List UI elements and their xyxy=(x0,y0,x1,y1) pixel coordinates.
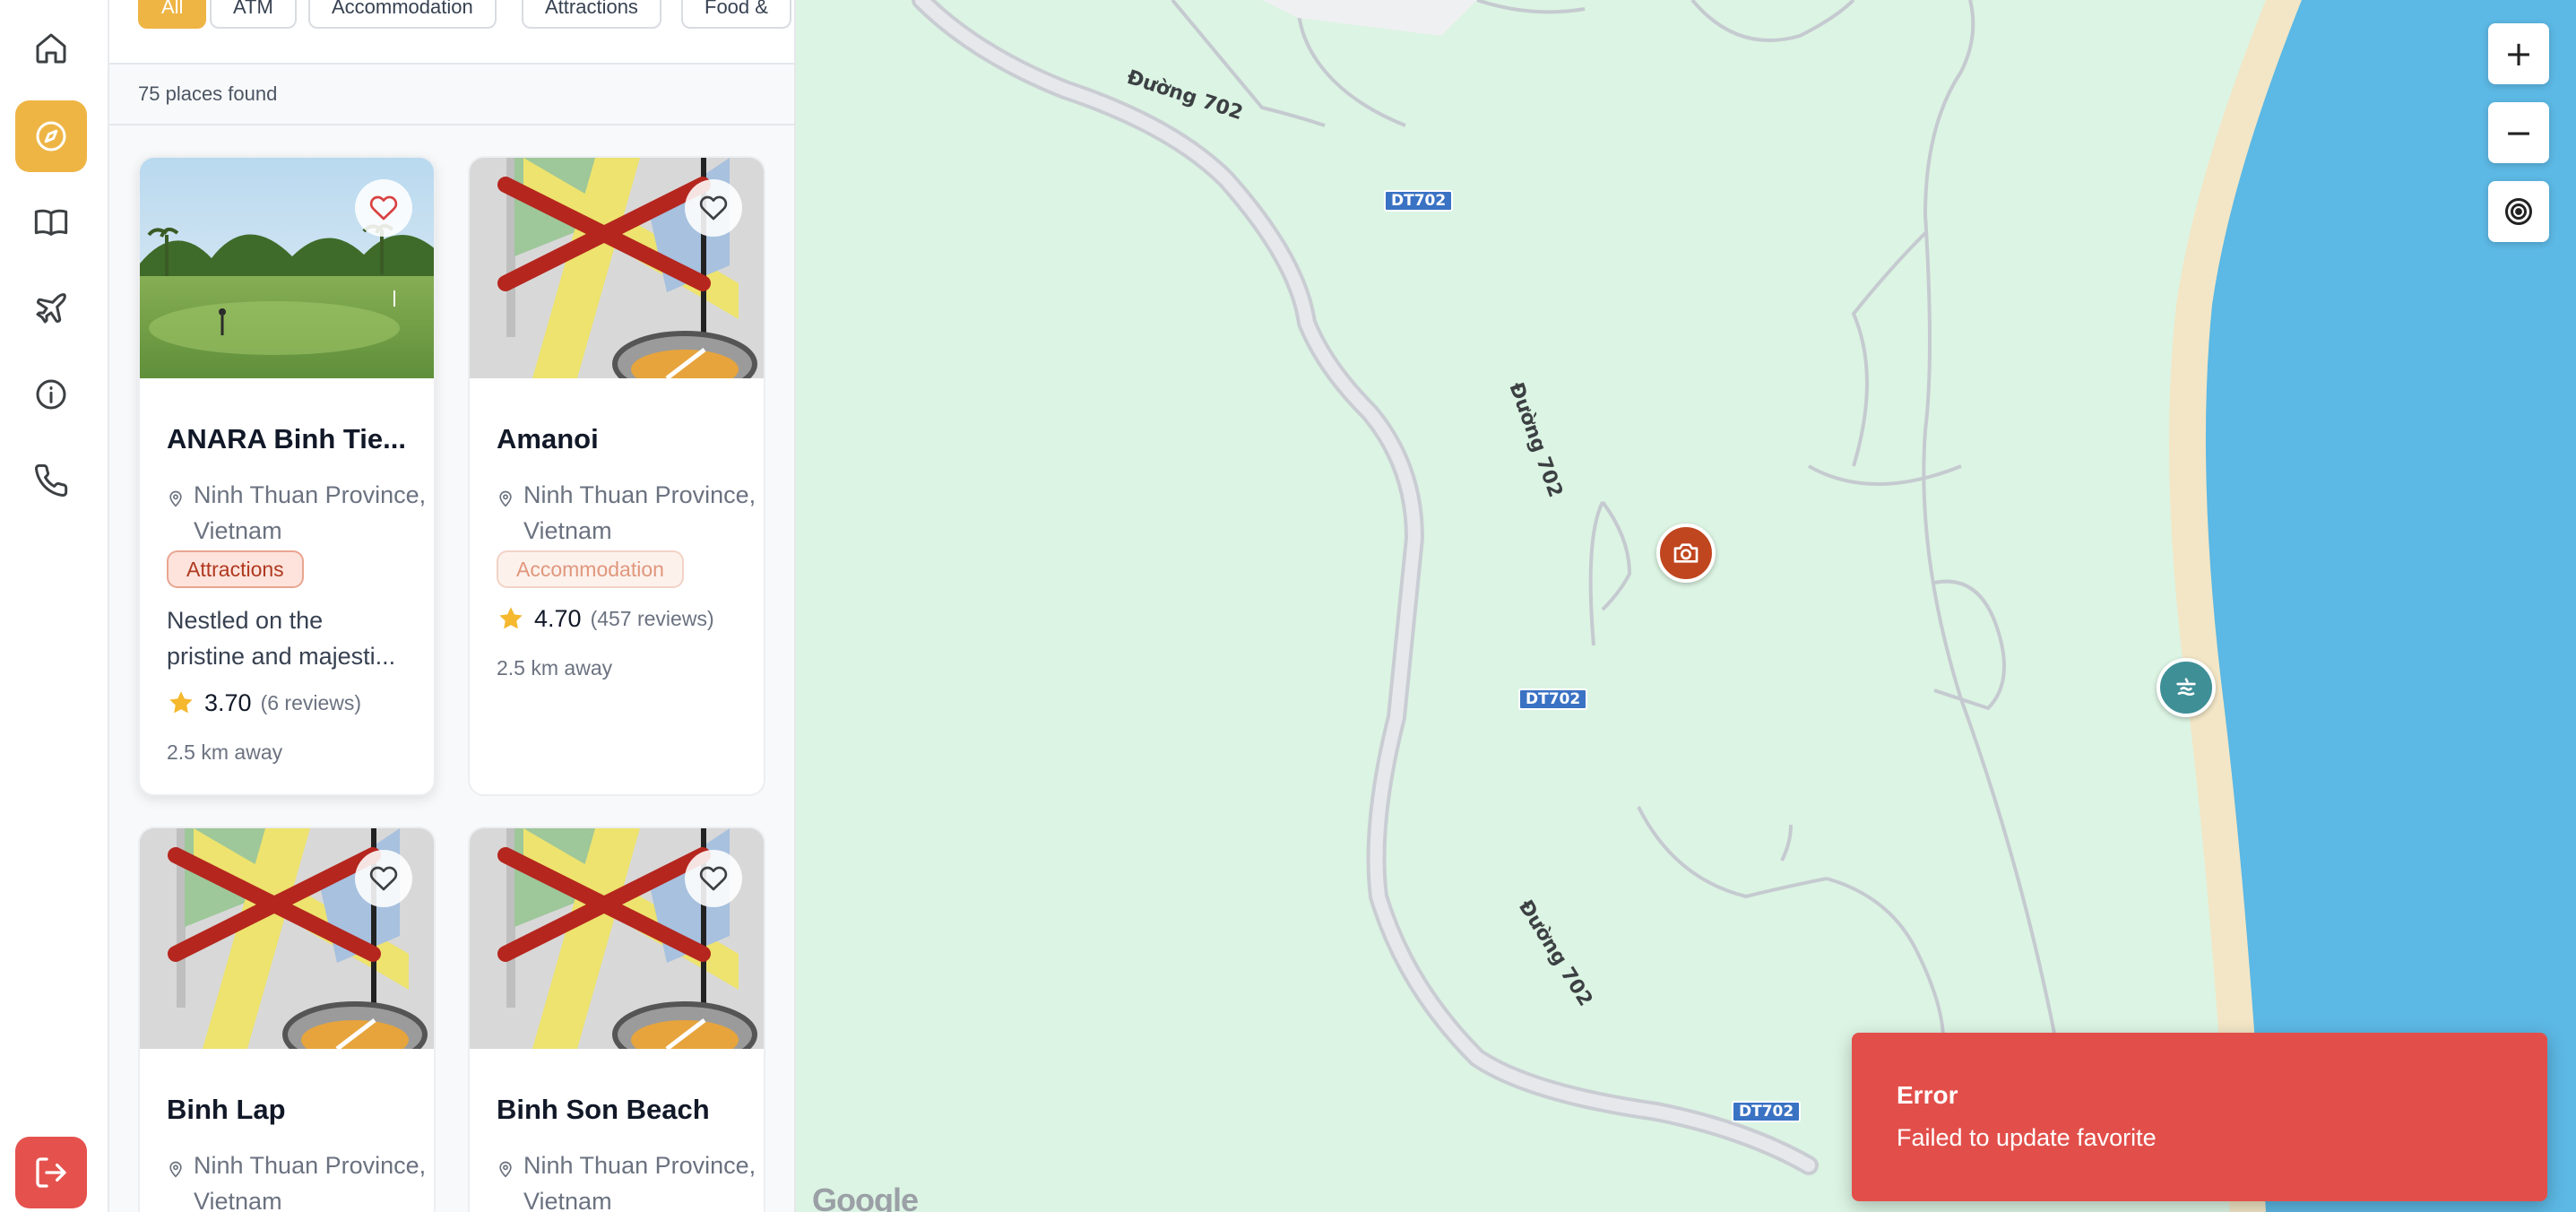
zoom-out-button[interactable]: − xyxy=(2488,102,2549,163)
filter-chip-attractions[interactable]: Attractions xyxy=(522,0,661,29)
star-icon xyxy=(499,607,523,629)
filter-chip-all[interactable]: All xyxy=(138,0,207,29)
place-location: Ninh Thuan Province, Vietnam xyxy=(497,1147,756,1212)
review-count: (6 reviews) xyxy=(260,690,362,714)
place-description: Nestled on the pristine and majesti... xyxy=(167,602,418,674)
location-pin-icon xyxy=(169,490,182,507)
place-card[interactable]: ANARA Binh Tie... Ninh Thuan Province, V… xyxy=(138,156,436,796)
map-marker-beach[interactable] xyxy=(2157,658,2216,717)
location-pin-icon xyxy=(499,1161,512,1178)
results-count: 75 places found xyxy=(138,82,278,105)
place-card[interactable]: Binh Son Beach Ninh Thuan Province, Viet… xyxy=(468,827,765,1212)
road-shield: DT702 xyxy=(1732,1101,1802,1122)
results-bar: 75 places found xyxy=(109,66,794,126)
place-title: ANARA Binh Tie... xyxy=(167,423,406,454)
map-marker-attraction[interactable] xyxy=(1656,524,1716,583)
heart-icon xyxy=(699,195,728,221)
place-location: Ninh Thuan Province, Vietnam xyxy=(167,1147,427,1212)
map-view[interactable]: Đường 702 Đường 702 Đường 702 DT702 DT70… xyxy=(796,0,2576,1212)
google-attribution-logo: Google xyxy=(812,1182,919,1212)
category-badge: Attractions xyxy=(167,550,304,588)
info-icon xyxy=(36,379,66,410)
road-shield: DT702 xyxy=(1384,190,1454,212)
logout-button[interactable] xyxy=(15,1137,87,1208)
nav-info[interactable] xyxy=(15,359,87,430)
road-name-label: Đường 702 xyxy=(1504,380,1566,501)
favorite-button[interactable] xyxy=(685,179,742,237)
location-pin-icon xyxy=(499,490,512,507)
category-badge: Accommodation xyxy=(497,550,684,588)
filter-chip-atm[interactable]: ATM xyxy=(210,0,297,29)
book-icon xyxy=(34,209,68,236)
toast-message: Failed to update favorite xyxy=(1897,1124,2157,1151)
rating-value: 3.70 xyxy=(204,688,252,716)
place-card[interactable]: Binh Lap Ninh Thuan Province, Vietnam xyxy=(138,827,436,1212)
favorite-button[interactable] xyxy=(685,850,742,907)
place-description-line: pristine and majesti... xyxy=(167,643,396,670)
road-name-label: Đường 702 xyxy=(1514,896,1596,1010)
phone-icon xyxy=(35,463,68,497)
location-pin-icon xyxy=(169,1161,182,1178)
error-toast[interactable]: Error Failed to update favorite xyxy=(1852,1033,2547,1201)
place-description-line: Nestled on the xyxy=(167,607,324,634)
road-shield: DT702 xyxy=(1518,688,1588,710)
filter-chip-food[interactable]: Food & xyxy=(681,0,791,29)
place-distance: 2.5 km away xyxy=(167,740,283,764)
place-location: Ninh Thuan Province, Vietnam xyxy=(497,477,756,549)
star-icon xyxy=(169,691,193,714)
heart-icon xyxy=(369,195,398,221)
rating-value: 4.70 xyxy=(534,604,582,632)
compass-icon xyxy=(36,121,66,152)
nav-contact[interactable] xyxy=(15,445,87,516)
home-icon xyxy=(36,33,66,64)
filter-chip-accommodation[interactable]: Accommodation xyxy=(308,0,497,29)
review-count: (457 reviews) xyxy=(590,606,714,630)
place-card[interactable]: Amanoi Ninh Thuan Province, Vietnam Acco… xyxy=(468,156,765,796)
camera-icon xyxy=(1673,543,1699,563)
nav-guide[interactable] xyxy=(15,186,87,258)
place-title: Amanoi xyxy=(497,423,599,454)
place-location-text: Ninh Thuan Province, Vietnam xyxy=(194,1152,427,1212)
place-location: Ninh Thuan Province, Vietnam xyxy=(167,477,427,549)
place-title: Binh Son Beach xyxy=(497,1094,710,1125)
place-location-text: Ninh Thuan Province, Vietnam xyxy=(523,481,756,544)
main-nav-rail xyxy=(0,0,109,1212)
place-location-text: Ninh Thuan Province, Vietnam xyxy=(194,481,427,544)
place-distance: 2.5 km away xyxy=(497,656,613,680)
plane-icon xyxy=(36,293,66,324)
nav-home[interactable] xyxy=(15,13,87,84)
category-filter-bar: All ATM Accommodation Attractions Food & xyxy=(109,0,794,65)
map-canvas[interactable]: Đường 702 Đường 702 Đường 702 xyxy=(796,0,2576,1212)
place-location-text: Ninh Thuan Province, Vietnam xyxy=(523,1152,756,1212)
target-icon xyxy=(2505,198,2532,225)
favorite-button[interactable] xyxy=(355,179,412,237)
place-title: Binh Lap xyxy=(167,1094,286,1125)
heart-icon xyxy=(699,866,728,891)
heart-icon xyxy=(369,866,398,891)
toast-title: Error xyxy=(1897,1081,1958,1109)
locate-me-button[interactable] xyxy=(2488,181,2549,242)
nav-explore[interactable] xyxy=(15,100,87,172)
nav-flights[interactable] xyxy=(15,273,87,344)
places-panel: All ATM Accommodation Attractions Food &… xyxy=(109,0,796,1212)
favorite-button[interactable] xyxy=(355,850,412,907)
logout-icon xyxy=(36,1157,66,1188)
zoom-in-button[interactable]: + xyxy=(2488,23,2549,84)
beach-icon xyxy=(2176,678,2196,696)
place-rating: 3.70 (6 reviews) xyxy=(167,688,361,717)
place-rating: 4.70 (457 reviews) xyxy=(497,604,714,633)
